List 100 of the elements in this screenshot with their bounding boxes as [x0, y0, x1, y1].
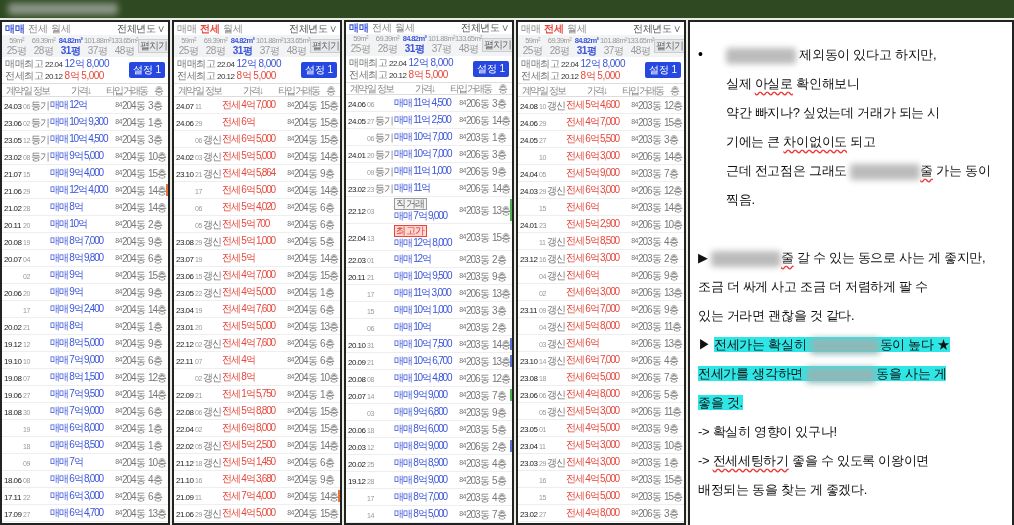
price-text: 전세 5억 2,900 — [566, 218, 619, 230]
settings-button[interactable]: 설정 1 — [128, 62, 165, 78]
column-header[interactable]: 계약 — [521, 84, 538, 96]
toggle-button[interactable]: 펼치기 — [310, 39, 340, 53]
date-text: 20.11 — [348, 272, 365, 282]
building-text: 204동 — [122, 389, 145, 400]
deal-tab[interactable]: 전세 — [372, 22, 391, 35]
deal-tab[interactable]: 월세 — [395, 22, 414, 35]
floor-text: 1층 — [148, 321, 162, 332]
building-text: 204동 — [294, 185, 317, 196]
column-header[interactable]: 가격↓ — [71, 84, 90, 96]
date-text: 24.06 — [176, 118, 194, 128]
column-header[interactable]: 가격↓ — [243, 84, 262, 96]
price-text: 매매 10억 6,700 — [394, 355, 452, 367]
deal-tab[interactable]: 전세 — [544, 22, 563, 35]
column-header[interactable]: 일 — [539, 84, 547, 96]
price-text: 전세 5억 8,500 — [566, 235, 619, 247]
building-text: 203동 — [466, 254, 489, 265]
toggle-button[interactable]: 펼치기 — [138, 39, 168, 53]
building-text: 204동 — [122, 508, 145, 519]
column-header[interactable]: 거래동 — [295, 84, 319, 96]
deal-tab[interactable]: 월세 — [567, 22, 586, 35]
toggle-button[interactable]: 펼치기 — [654, 39, 684, 53]
deal-tab[interactable]: 월세 — [223, 22, 242, 35]
column-header[interactable]: 가격↓ — [415, 82, 434, 94]
date-text: 24.02 — [176, 152, 194, 162]
settings-button[interactable]: 설정 1 — [644, 62, 681, 78]
note-line: ▶ 전세가는 확실히 동이 높다 ★ — [698, 336, 951, 356]
floor-text: 3층 — [148, 100, 162, 111]
column-header[interactable]: 타입 — [106, 84, 122, 96]
deal-tab[interactable]: 매매 — [177, 22, 196, 35]
year-dropdown[interactable]: 전체년도 ∨ — [117, 22, 165, 35]
year-dropdown[interactable]: 전체년도 ∨ — [289, 22, 337, 35]
summary-date: 20.12 — [561, 71, 579, 83]
building-text: 204동 — [294, 202, 317, 213]
deal-tab[interactable]: 전세 — [28, 22, 47, 35]
building-text: 204동 — [294, 117, 317, 128]
price-text: 매매 11억 — [394, 182, 430, 194]
column-header[interactable]: 정보 — [548, 84, 565, 96]
deal-tab[interactable]: 전세 — [200, 22, 219, 35]
info-text: 등기 — [375, 183, 393, 194]
deal-tab[interactable]: 월세 — [51, 22, 70, 35]
column-header[interactable]: 거래동 — [639, 84, 663, 96]
column-header[interactable]: 정보 — [376, 82, 393, 94]
building-text: 204동 — [294, 304, 317, 315]
column-header[interactable]: 가격↓ — [587, 84, 606, 96]
column-header[interactable]: 일 — [195, 84, 203, 96]
column-header[interactable]: 일 — [367, 82, 375, 94]
deal-tab[interactable]: 매매 — [5, 22, 24, 35]
column-header[interactable]: 층 — [498, 82, 506, 94]
floor-text: 15층 — [148, 270, 167, 281]
floor-text: 5층 — [320, 236, 334, 247]
column-header[interactable]: 층 — [326, 84, 334, 96]
deal-tab[interactable]: 매매 — [521, 22, 540, 35]
toggle-button[interactable]: 펼치기 — [482, 37, 512, 52]
info-text: 등기 — [31, 100, 49, 111]
building-text: 203동 — [638, 253, 661, 264]
settings-button[interactable]: 설정 1 — [300, 62, 337, 78]
column-header[interactable]: 타입 — [622, 84, 638, 96]
summary-price: 12억 8,000 — [64, 58, 109, 70]
column-header[interactable]: 계약 — [177, 84, 194, 96]
floor-text: 3층 — [664, 134, 678, 145]
building-text: 206동 — [638, 338, 661, 349]
column-header[interactable]: 정보 — [32, 84, 49, 96]
date-text: 21.06 — [176, 509, 194, 519]
column-header[interactable]: 층 — [154, 84, 162, 96]
info-text: 갱신 — [547, 321, 565, 332]
year-dropdown[interactable]: 전체년도 ∨ — [633, 22, 681, 35]
deal-tab[interactable]: 매매 — [349, 22, 368, 35]
building-text: 203동 — [638, 100, 661, 111]
info-text: 갱신 — [203, 236, 221, 247]
column-header[interactable]: 타입 — [450, 82, 466, 94]
floor-text: 13층 — [148, 508, 167, 519]
redaction-blur — [711, 250, 781, 267]
column-header[interactable]: 거래동 — [467, 82, 491, 94]
column-header[interactable]: 계약 — [5, 84, 22, 96]
building-text: 204동 — [294, 134, 317, 145]
price-text: 매매 8억 5,000 — [394, 508, 447, 520]
price-text: 매매 9억 6,800 — [394, 406, 447, 418]
column-header[interactable]: 정보 — [204, 84, 221, 96]
info-text: 등기 — [31, 134, 49, 145]
column-header[interactable]: 계약 — [349, 82, 366, 94]
building-text: 206동 — [466, 183, 489, 194]
settings-button[interactable]: 설정 1 — [472, 60, 509, 77]
floor-text: 15층 — [148, 168, 167, 179]
column-header[interactable]: 거래동 — [123, 84, 147, 96]
summary-date: 22.04 — [217, 59, 235, 71]
info-text: 갱신 — [547, 406, 565, 417]
deal-tag: 직거래 — [394, 198, 427, 210]
floor-text: 10층 — [664, 440, 683, 451]
floor-text: 15층 — [492, 232, 511, 243]
building-text: 203동 — [638, 134, 661, 145]
floor-text: 6층 — [320, 457, 334, 468]
column-header[interactable]: 일 — [23, 84, 31, 96]
year-dropdown[interactable]: 전체년도 ∨ — [461, 22, 509, 35]
column-header[interactable]: 타입 — [278, 84, 294, 96]
floor-text: 2층 — [492, 254, 506, 265]
column-header[interactable]: 층 — [670, 84, 678, 96]
price-text: 전세 6억 7,000 — [566, 303, 619, 315]
floor-text: 9층 — [320, 168, 334, 179]
